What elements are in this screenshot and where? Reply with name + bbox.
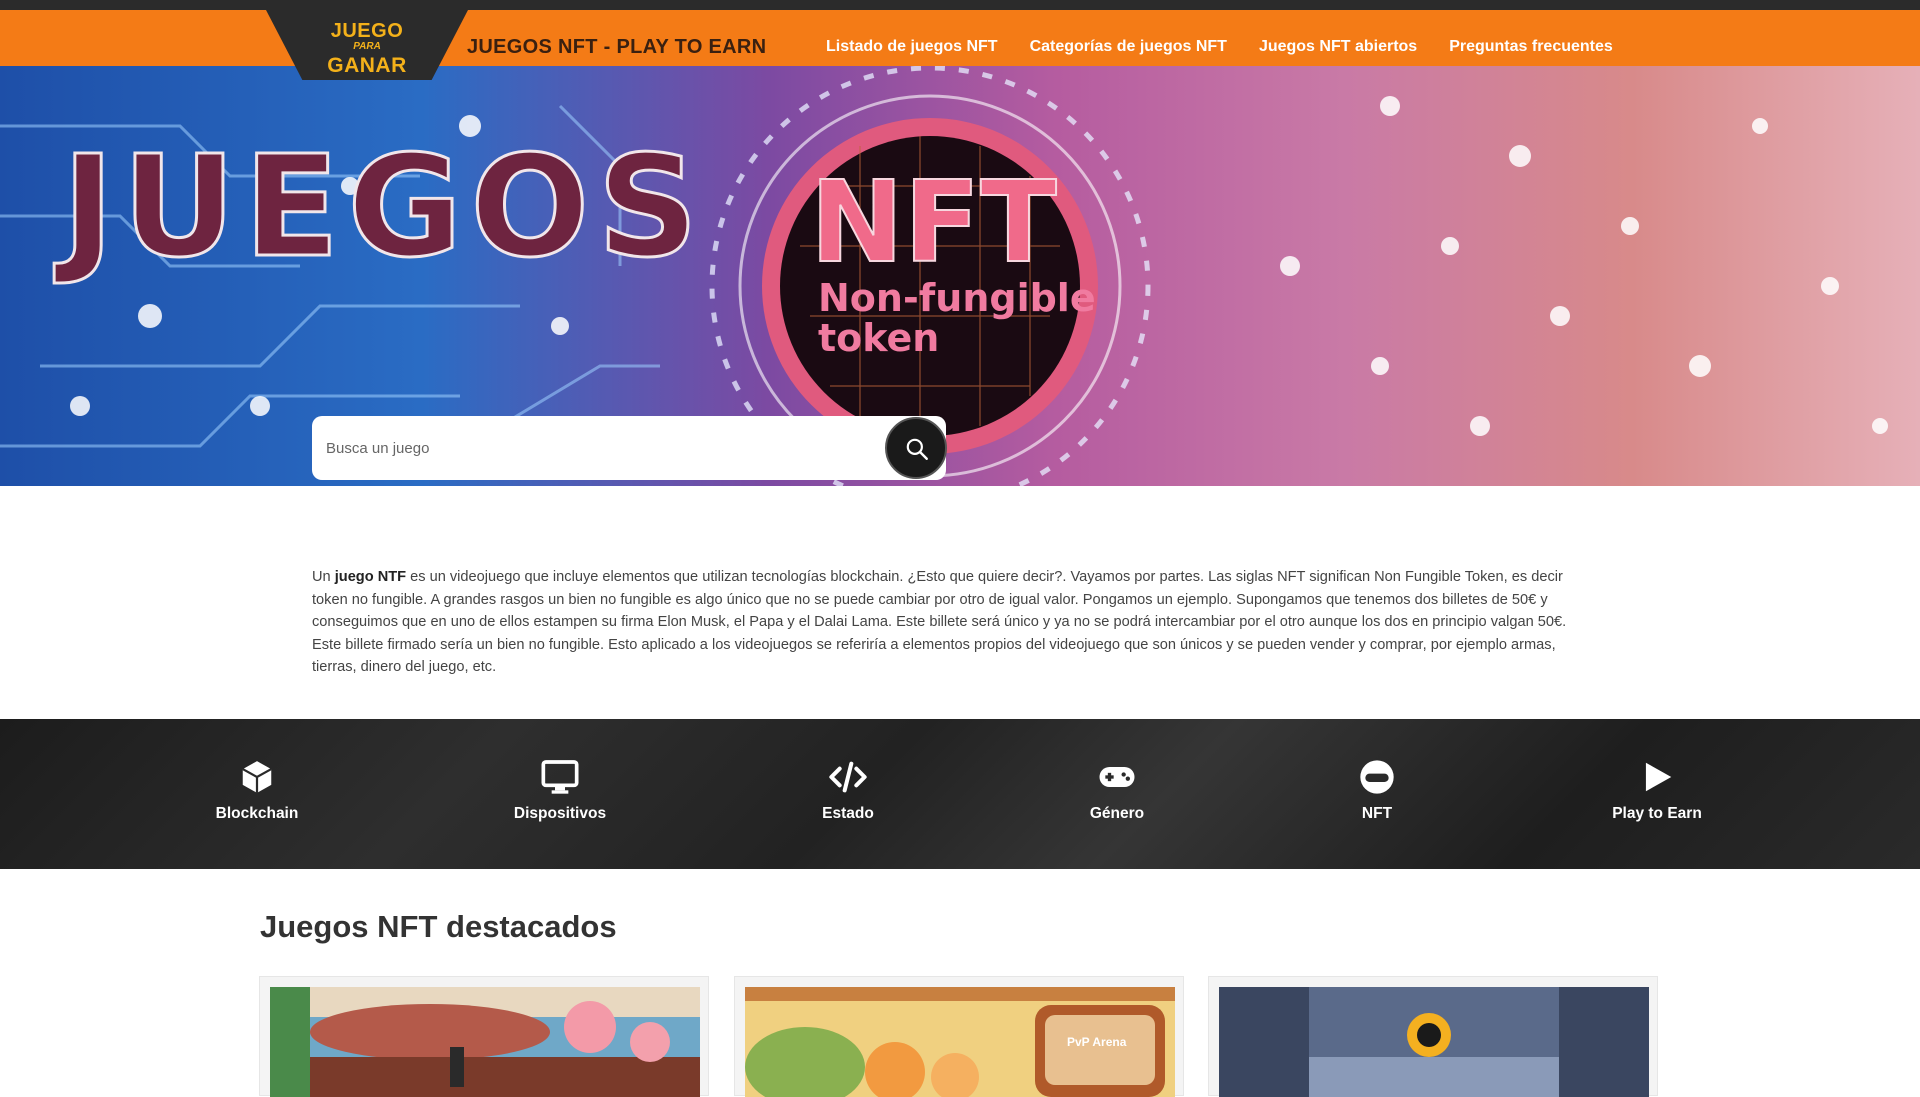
badge-subtitle: Non-fungible token	[818, 278, 1096, 358]
category-label: Blockchain	[215, 805, 299, 822]
category-dispositivos[interactable]: Dispositivos	[480, 757, 640, 823]
category-estado[interactable]: Estado	[768, 757, 928, 823]
gamepad-icon	[1099, 767, 1135, 787]
code-icon	[829, 761, 867, 793]
play-icon	[1645, 762, 1672, 792]
game-thumbnail[interactable]: PvP Arena	[745, 987, 1175, 1097]
badge-title: NFT	[809, 157, 1058, 289]
nav-faq[interactable]: Preguntas frecuentes	[1449, 38, 1613, 56]
game-thumbnail-art	[1219, 987, 1649, 1097]
category-label: NFT	[1361, 805, 1393, 822]
nav-listado[interactable]: Listado de juegos NFT	[826, 38, 998, 56]
category-label: Play to Earn	[1612, 805, 1702, 822]
featured-title: Juegos NFT destacados	[260, 909, 617, 944]
badge-subtitle-line1: Non-fungible	[818, 276, 1096, 320]
badge-subtitle-line2: token	[818, 316, 940, 360]
game-card-1[interactable]	[259, 976, 709, 1097]
game-card-3[interactable]	[1208, 976, 1658, 1097]
category-label: Género	[1089, 805, 1145, 822]
nav-abiertos[interactable]: Juegos NFT abiertos	[1259, 38, 1417, 56]
game-thumbnail-art	[270, 987, 700, 1097]
category-nft[interactable]: NFT	[1297, 757, 1457, 823]
category-play-to-earn[interactable]: Play to Earn	[1577, 757, 1737, 823]
category-label: Dispositivos	[513, 805, 607, 822]
game-card-2[interactable]: PvP Arena	[734, 976, 1184, 1097]
nav-categorias[interactable]: Categorías de juegos NFT	[1030, 38, 1227, 56]
monitor-icon	[541, 760, 579, 794]
intro-lead: Un	[312, 569, 335, 585]
game-badge: PvP Arena	[1067, 1035, 1127, 1049]
intro-bold: juego NTF	[334, 569, 407, 585]
search-input[interactable]	[312, 416, 882, 480]
top-strip	[0, 0, 1920, 10]
search-box	[312, 416, 947, 480]
hero-banner: JUEGOS NFT Non-fungible token	[0, 66, 1920, 486]
brand-text[interactable]: JUEGOS NFT - PLAY TO EARN	[467, 36, 766, 59]
logo-line1: JUEGO	[330, 20, 404, 42]
cube-icon	[242, 761, 272, 793]
search-button[interactable]	[885, 417, 947, 479]
main-menu: Listado de juegos NFT Categorías de jueg…	[826, 38, 1613, 56]
category-blockchain[interactable]: Blockchain	[177, 757, 337, 823]
game-thumbnail[interactable]	[270, 987, 700, 1097]
category-label: Estado	[822, 805, 874, 822]
token-icon	[1360, 760, 1394, 794]
intro-rest: es un videojuego que incluye elementos q…	[312, 569, 1567, 675]
category-bar: Blockchain Dispositivos Estado Género NF…	[0, 719, 1920, 869]
game-thumbnail[interactable]	[1219, 987, 1649, 1097]
logo-line2: PARA	[353, 41, 381, 52]
category-genero[interactable]: Género	[1037, 757, 1197, 823]
hero-title: JUEGOS	[60, 125, 707, 291]
intro-paragraph: Un juego NTF es un videojuego que incluy…	[312, 566, 1584, 679]
search-icon	[906, 438, 928, 460]
